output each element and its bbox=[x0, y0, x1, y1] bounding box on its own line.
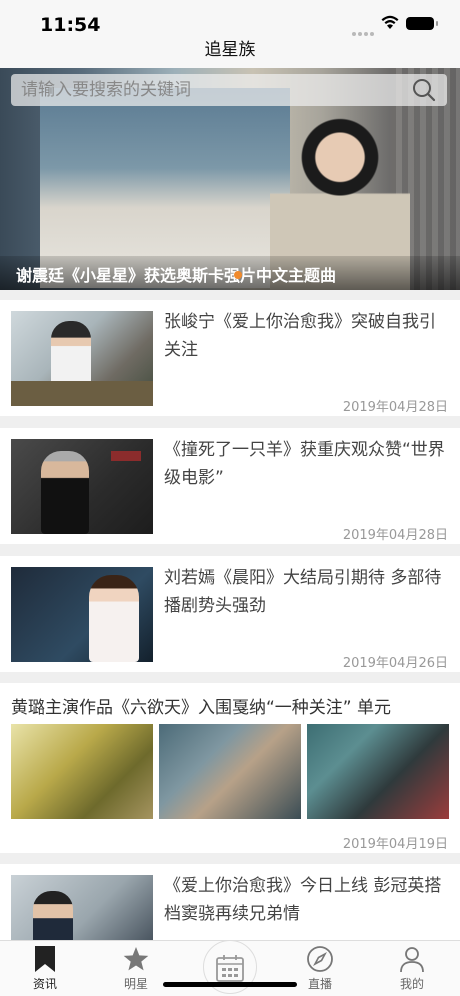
banner-title[interactable]: 谢震廷《小星星》获选奥斯卡强片中文主题曲 bbox=[16, 262, 336, 286]
carousel-indicator bbox=[234, 271, 242, 279]
search-icon[interactable] bbox=[411, 77, 437, 103]
tab-stars[interactable]: 明星 bbox=[106, 945, 166, 993]
person-icon bbox=[400, 947, 424, 973]
news-item[interactable]: 《撞死了一只羊》获重庆观众赞“世界级电影” 2019年04月28日 bbox=[0, 428, 460, 544]
tab-label: 资讯 bbox=[32, 977, 57, 991]
news-date: 2019年04月19日 bbox=[342, 837, 448, 852]
news-date: 2019年04月28日 bbox=[342, 528, 448, 543]
search-input[interactable] bbox=[21, 79, 401, 101]
news-title: 黄璐主演作品《六欲天》入围戛纳“一种关注” 单元 bbox=[11, 698, 392, 718]
bookmark-icon bbox=[35, 946, 55, 972]
tab-live[interactable]: 直播 bbox=[290, 945, 350, 993]
news-item[interactable]: 张峻宁《爱上你治愈我》突破自我引关注 2019年04月28日 bbox=[0, 300, 460, 416]
news-item[interactable]: 刘若嫣《晨阳》大结局引期待 多部待播剧势头强劲 2019年04月26日 bbox=[0, 556, 460, 672]
news-thumbnail bbox=[11, 311, 153, 406]
gallery-image bbox=[307, 724, 449, 819]
home-indicator bbox=[163, 982, 297, 987]
tab-news[interactable]: 资讯 bbox=[15, 945, 75, 993]
page-title: 追星族 bbox=[204, 40, 256, 60]
news-title: 《撞死了一只羊》获重庆观众赞“世界级电影” bbox=[164, 440, 445, 488]
news-date: 2019年04月28日 bbox=[342, 400, 448, 415]
news-thumbnail bbox=[11, 567, 153, 662]
news-thumbnail bbox=[11, 439, 153, 534]
search-bar bbox=[11, 74, 447, 106]
signal-icon bbox=[352, 21, 376, 36]
tab-label: 我的 bbox=[399, 977, 424, 991]
tab-label: 直播 bbox=[307, 977, 332, 991]
wifi-icon bbox=[381, 15, 399, 29]
news-gallery-item[interactable]: 黄璐主演作品《六欲天》入围戛纳“一种关注” 单元 2019年04月19日 bbox=[0, 683, 460, 853]
battery-icon bbox=[406, 17, 438, 30]
news-title: 刘若嫣《晨阳》大结局引期待 多部待播剧势头强劲 bbox=[164, 568, 442, 616]
star-icon bbox=[123, 947, 149, 971]
banner-caption: 谢震廷《小星星》获选奥斯卡强片中文主题曲 bbox=[0, 256, 460, 290]
compass-icon bbox=[307, 946, 333, 972]
gallery-image bbox=[159, 724, 301, 819]
nav-bar: 追星族 bbox=[0, 42, 460, 68]
news-date: 2019年04月26日 bbox=[342, 656, 448, 671]
news-title: 《爱上你治愈我》今日上线 彭冠英搭档窦骁再续兄弟情 bbox=[164, 876, 442, 924]
tab-label: 明星 bbox=[123, 977, 148, 991]
tab-me[interactable]: 我的 bbox=[382, 945, 442, 993]
status-time: 11:54 bbox=[40, 14, 101, 36]
news-title: 张峻宁《爱上你治愈我》突破自我引关注 bbox=[164, 312, 436, 360]
status-bar: 11:54 bbox=[0, 0, 460, 44]
calendar-icon bbox=[216, 955, 244, 982]
gallery-image bbox=[11, 724, 153, 819]
news-item[interactable]: 《爱上你治愈我》今日上线 彭冠英搭档窦骁再续兄弟情 bbox=[0, 864, 460, 970]
